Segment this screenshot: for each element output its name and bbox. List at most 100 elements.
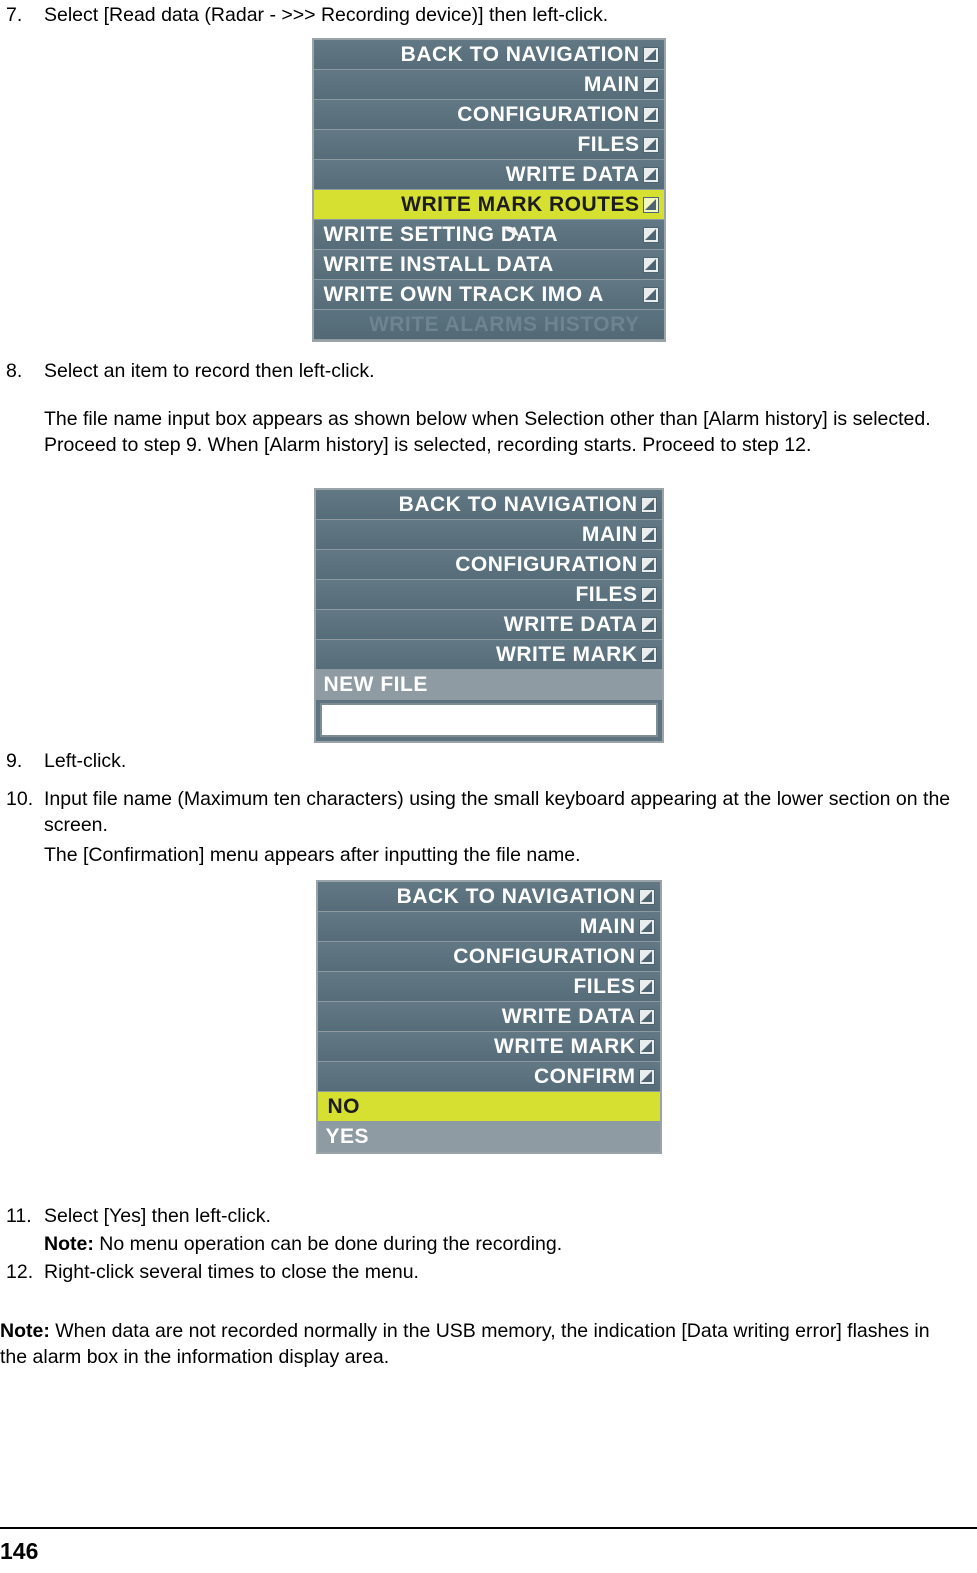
- menu-item[interactable]: YES: [317, 1122, 660, 1152]
- menu-item-label: BACK TO NAVIGATION: [400, 43, 640, 66]
- submenu-arrow-icon: [638, 1039, 655, 1055]
- submenu-arrow-icon: [642, 257, 659, 273]
- menu-item-label: CONFIGURATION: [457, 103, 640, 126]
- step-11-note-text: No menu operation can be done during the…: [93, 1233, 563, 1255]
- menu-item-label: WRITE ALARMS HISTORY: [368, 313, 640, 336]
- document-page: 7. Select [Read data (Radar - >>> Record…: [0, 0, 977, 1573]
- menu-item[interactable]: CONFIGURATION: [313, 100, 664, 130]
- menu-item[interactable]: NO: [317, 1092, 660, 1122]
- menu-item[interactable]: WRITE DATA: [317, 1002, 660, 1032]
- menu-item[interactable]: CONFIGURATION: [315, 550, 662, 580]
- submenu-arrow-icon: [642, 287, 659, 303]
- submenu-arrow-icon: [640, 497, 657, 513]
- menu-item-label: CONFIRM: [534, 1065, 636, 1088]
- menu-item[interactable]: WRITE MARK: [317, 1032, 660, 1062]
- new-file-menu-figure: BACK TO NAVIGATION MAIN CONFIGURATION FILES…: [0, 488, 977, 743]
- submenu-arrow-icon: [642, 137, 659, 153]
- submenu-arrow-icon: [642, 227, 659, 243]
- menu-item[interactable]: FILES: [315, 580, 662, 610]
- menu-item[interactable]: WRITE SETTING DATA: [313, 220, 664, 250]
- step-12-text: Right-click several times to close the m…: [44, 1261, 419, 1283]
- menu-item[interactable]: CONFIGURATION: [317, 942, 660, 972]
- menu-item-label: FILES: [577, 133, 640, 156]
- menu-item[interactable]: MAIN: [317, 912, 660, 942]
- menu-item[interactable]: FILES: [317, 972, 660, 1002]
- step-7: 7. Select [Read data (Radar - >>> Record…: [6, 2, 966, 28]
- step-11-number: 11.: [6, 1205, 32, 1227]
- menu-item-label: CONFIGURATION: [455, 553, 638, 576]
- confirm-menu-figure: BACK TO NAVIGATION MAIN CONFIGURATION FILES…: [0, 880, 977, 1154]
- menu-item-label: WRITE DATA: [505, 163, 640, 186]
- submenu-arrow-icon: [638, 979, 655, 995]
- menu-item-label: WRITE DATA: [503, 613, 638, 636]
- menu-item-label: FILES: [575, 583, 638, 606]
- menu-item-label: MAIN: [583, 73, 640, 96]
- submenu-arrow-icon: [638, 919, 655, 935]
- menu-item[interactable]: WRITE INSTALL DATA: [313, 250, 664, 280]
- step-10: 10. Input file name (Maximum ten charact…: [6, 786, 966, 838]
- menu-item-label: CONFIGURATION: [453, 945, 636, 968]
- menu-item[interactable]: BACK TO NAVIGATION: [313, 40, 664, 70]
- step-8: 8. Select an item to record then left-cl…: [6, 358, 966, 384]
- step-11-note: Note: No menu operation can be done duri…: [44, 1231, 962, 1257]
- step-10-text: Input file name (Maximum ten characters)…: [44, 788, 951, 836]
- submenu-arrow-icon: [642, 167, 659, 183]
- submenu-arrow-icon: [642, 47, 659, 63]
- submenu-arrow-icon: [638, 1069, 655, 1085]
- step-10-number: 10.: [6, 788, 34, 810]
- step-11-text: Select [Yes] then left-click.: [44, 1205, 271, 1227]
- write-data-menu-figure: BACK TO NAVIGATION MAIN CONFIGURATION FILES…: [0, 38, 977, 342]
- step-8-note: The file name input box appears as shown…: [44, 408, 931, 456]
- menu-item-label: YES: [325, 1125, 370, 1148]
- page-number: 146: [0, 1538, 39, 1564]
- menu-item[interactable]: WRITE MARK ROUTES: [313, 190, 664, 220]
- menu-item-label: NO: [327, 1095, 360, 1118]
- step-9-number: 9.: [6, 750, 23, 772]
- step-10-note: The [Confirmation] menu appears after in…: [44, 844, 581, 866]
- step-7-text: Select [Read data (Radar - >>> Recording…: [44, 4, 609, 26]
- menu-item[interactable]: WRITE DATA: [313, 160, 664, 190]
- new-file-menu[interactable]: BACK TO NAVIGATION MAIN CONFIGURATION FILES…: [313, 488, 664, 743]
- footer-divider: [0, 1527, 977, 1529]
- menu-item[interactable]: WRITE OWN TRACK IMO A: [313, 280, 664, 310]
- menu-item-label: WRITE MARK: [496, 643, 638, 666]
- menu-item[interactable]: BACK TO NAVIGATION: [317, 882, 660, 912]
- menu-item-label: WRITE OWN TRACK IMO A: [323, 283, 604, 306]
- menu-item-label: WRITE MARK ROUTES: [401, 193, 640, 216]
- menu-item-label: WRITE MARK: [494, 1035, 636, 1058]
- menu-item[interactable]: WRITE MARK: [315, 640, 662, 670]
- menu-item-label: WRITE SETTING DATA: [323, 223, 559, 246]
- menu-item[interactable]: CONFIRM: [317, 1062, 660, 1092]
- final-note: Note: When data are not recorded normall…: [0, 1318, 955, 1370]
- submenu-arrow-icon: [640, 557, 657, 573]
- menu-item[interactable]: BACK TO NAVIGATION: [315, 490, 662, 520]
- write-data-menu[interactable]: BACK TO NAVIGATION MAIN CONFIGURATION FILES…: [311, 38, 666, 342]
- menu-item[interactable]: WRITE ALARMS HISTORY: [313, 310, 664, 340]
- submenu-arrow-icon: [638, 889, 655, 905]
- menu-item-label: MAIN: [579, 915, 636, 938]
- menu-item-label: BACK TO NAVIGATION: [396, 885, 636, 908]
- menu-item[interactable]: WRITE DATA: [315, 610, 662, 640]
- submenu-arrow-icon: [638, 1009, 655, 1025]
- step-11-note-label: Note:: [44, 1233, 94, 1255]
- menu-item[interactable]: MAIN: [313, 70, 664, 100]
- submenu-arrow-icon: [642, 107, 659, 123]
- menu-item-label: WRITE INSTALL DATA: [323, 253, 554, 276]
- submenu-arrow-icon: [642, 77, 659, 93]
- step-7-number: 7.: [6, 4, 23, 26]
- submenu-arrow-icon: [638, 949, 655, 965]
- confirm-menu[interactable]: BACK TO NAVIGATION MAIN CONFIGURATION FILES…: [315, 880, 662, 1154]
- menu-item-label: BACK TO NAVIGATION: [398, 493, 638, 516]
- menu-item[interactable]: NEW FILE: [315, 670, 662, 700]
- menu-item[interactable]: MAIN: [315, 520, 662, 550]
- step-9-text: Left-click.: [44, 750, 127, 772]
- step-12: 12. Right-click several times to close t…: [6, 1259, 966, 1285]
- menu-item-label: MAIN: [581, 523, 638, 546]
- file-name-input[interactable]: [319, 703, 658, 737]
- step-8-number: 8.: [6, 360, 23, 382]
- step-8-text: Select an item to record then left-click…: [44, 360, 375, 382]
- menu-item[interactable]: FILES: [313, 130, 664, 160]
- submenu-arrow-icon: [640, 527, 657, 543]
- step-11: 11. Select [Yes] then left-click.: [6, 1203, 966, 1229]
- menu-item-label: NEW FILE: [323, 673, 428, 696]
